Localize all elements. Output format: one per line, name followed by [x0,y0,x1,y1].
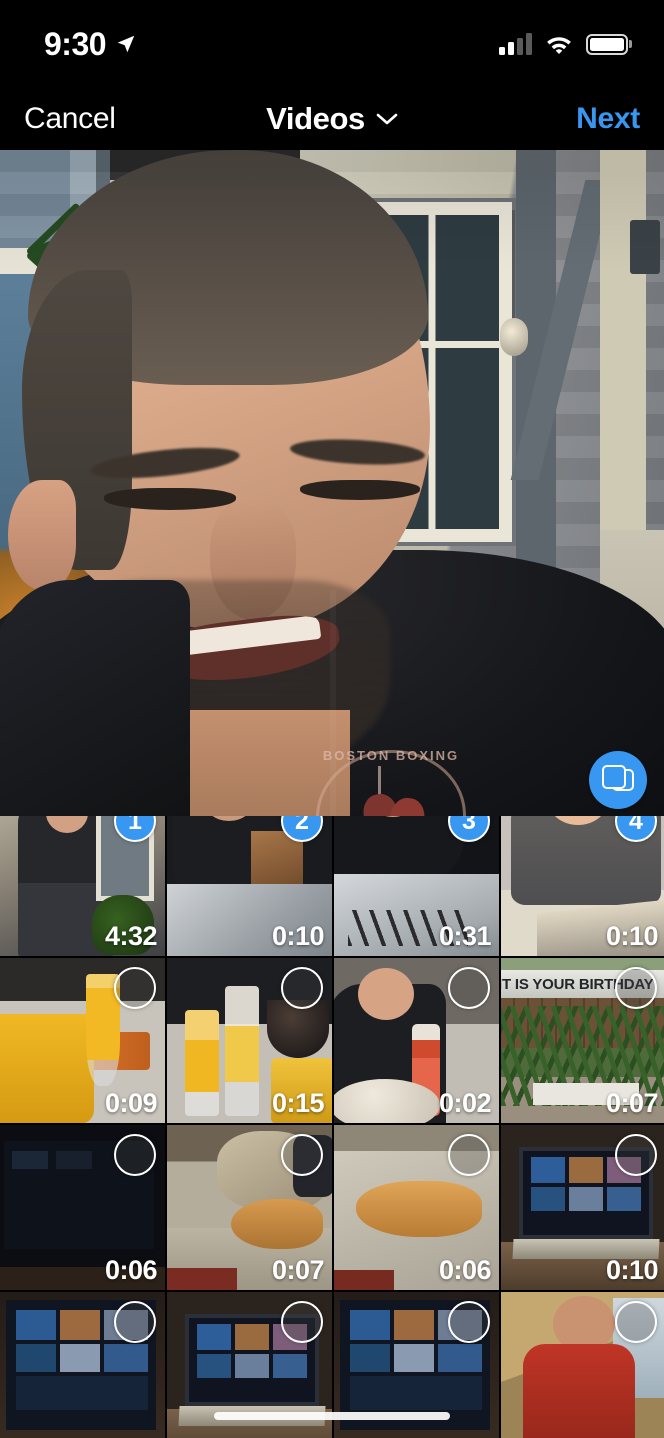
selection-badge-empty[interactable] [114,1301,156,1343]
status-bar: 9:30 [0,0,664,88]
video-duration-label: 0:02 [438,1088,492,1118]
selection-badge-empty[interactable] [281,1134,323,1176]
page-title[interactable]: Videos [266,101,365,137]
media-thumbnail[interactable]: 0:02 [334,958,499,1123]
video-duration-label: 0:07 [271,1255,325,1285]
media-thumbnail[interactable]: 2 0:10 [167,816,332,956]
status-bar-right [499,33,628,55]
media-thumbnail[interactable]: 0:06 [334,1125,499,1290]
selection-badge-empty[interactable] [448,967,490,1009]
video-duration-label: 0:06 [438,1255,492,1285]
navigation-bar: Cancel Videos Next [0,88,664,150]
media-thumbnail[interactable]: 0:07 [167,1125,332,1290]
chevron-down-icon[interactable] [376,112,398,126]
location-arrow-icon [117,35,135,53]
selection-badge-empty[interactable] [114,1134,156,1176]
video-duration-label: 0:15 [271,1088,325,1118]
selection-badge-empty[interactable] [615,967,657,1009]
media-thumbnail[interactable]: IT IS YOUR BIRTHDAY 0:07 [501,958,664,1123]
media-thumbnail[interactable]: 4 0:10 [501,816,664,956]
media-thumbnail[interactable]: 1 4:32 [0,816,165,956]
media-thumbnail[interactable]: 3 0:31 [334,816,499,956]
video-duration-label: 0:10 [271,921,325,951]
selection-badge-empty[interactable] [448,1134,490,1176]
media-thumbnail[interactable]: 0:06 [0,1125,165,1290]
status-bar-left: 9:30 [44,28,137,60]
video-duration-label: 0:10 [605,1255,659,1285]
cellular-signal-icon [499,33,532,55]
selection-badge-empty[interactable] [281,1301,323,1343]
selection-badge-empty[interactable] [114,967,156,1009]
home-indicator [214,1412,450,1420]
status-time: 9:30 [44,26,107,62]
video-duration-label: 0:09 [104,1088,158,1118]
next-button[interactable]: Next [576,102,640,136]
selection-badge-empty[interactable] [615,1301,657,1343]
preview-image: BOSTON BOXING FITNESS [0,150,664,816]
selection-badge-empty[interactable] [281,967,323,1009]
media-thumbnail[interactable]: 0:15 [167,958,332,1123]
media-grid: 1 4:32 2 0:10 3 0:31 4 0:10 0:09 0:15 0:02 IT IS YO… [0,816,664,1438]
video-duration-label: 0:07 [605,1088,659,1118]
video-duration-label: 0:10 [605,921,659,951]
media-thumbnail[interactable] [0,1292,165,1438]
wifi-icon [547,37,571,54]
cancel-button[interactable]: Cancel [24,102,116,136]
media-thumbnail[interactable]: 0:10 [501,1125,664,1290]
selection-badge-empty[interactable] [615,1134,657,1176]
media-grid-scroll[interactable]: 1 4:32 2 0:10 3 0:31 4 0:10 0:09 0:15 0:02 IT IS YO… [0,816,664,1438]
media-thumbnail[interactable]: 0:09 [0,958,165,1123]
multi-select-icon [602,765,634,795]
battery-full-icon [586,33,628,55]
video-duration-label: 0:06 [104,1255,158,1285]
video-duration-label: 0:31 [438,921,492,951]
selection-badge-empty[interactable] [448,1301,490,1343]
video-duration-label: 4:32 [104,921,158,951]
media-preview[interactable]: BOSTON BOXING FITNESS [0,150,664,816]
multi-select-button[interactable] [589,751,647,809]
media-thumbnail[interactable] [501,1292,664,1438]
